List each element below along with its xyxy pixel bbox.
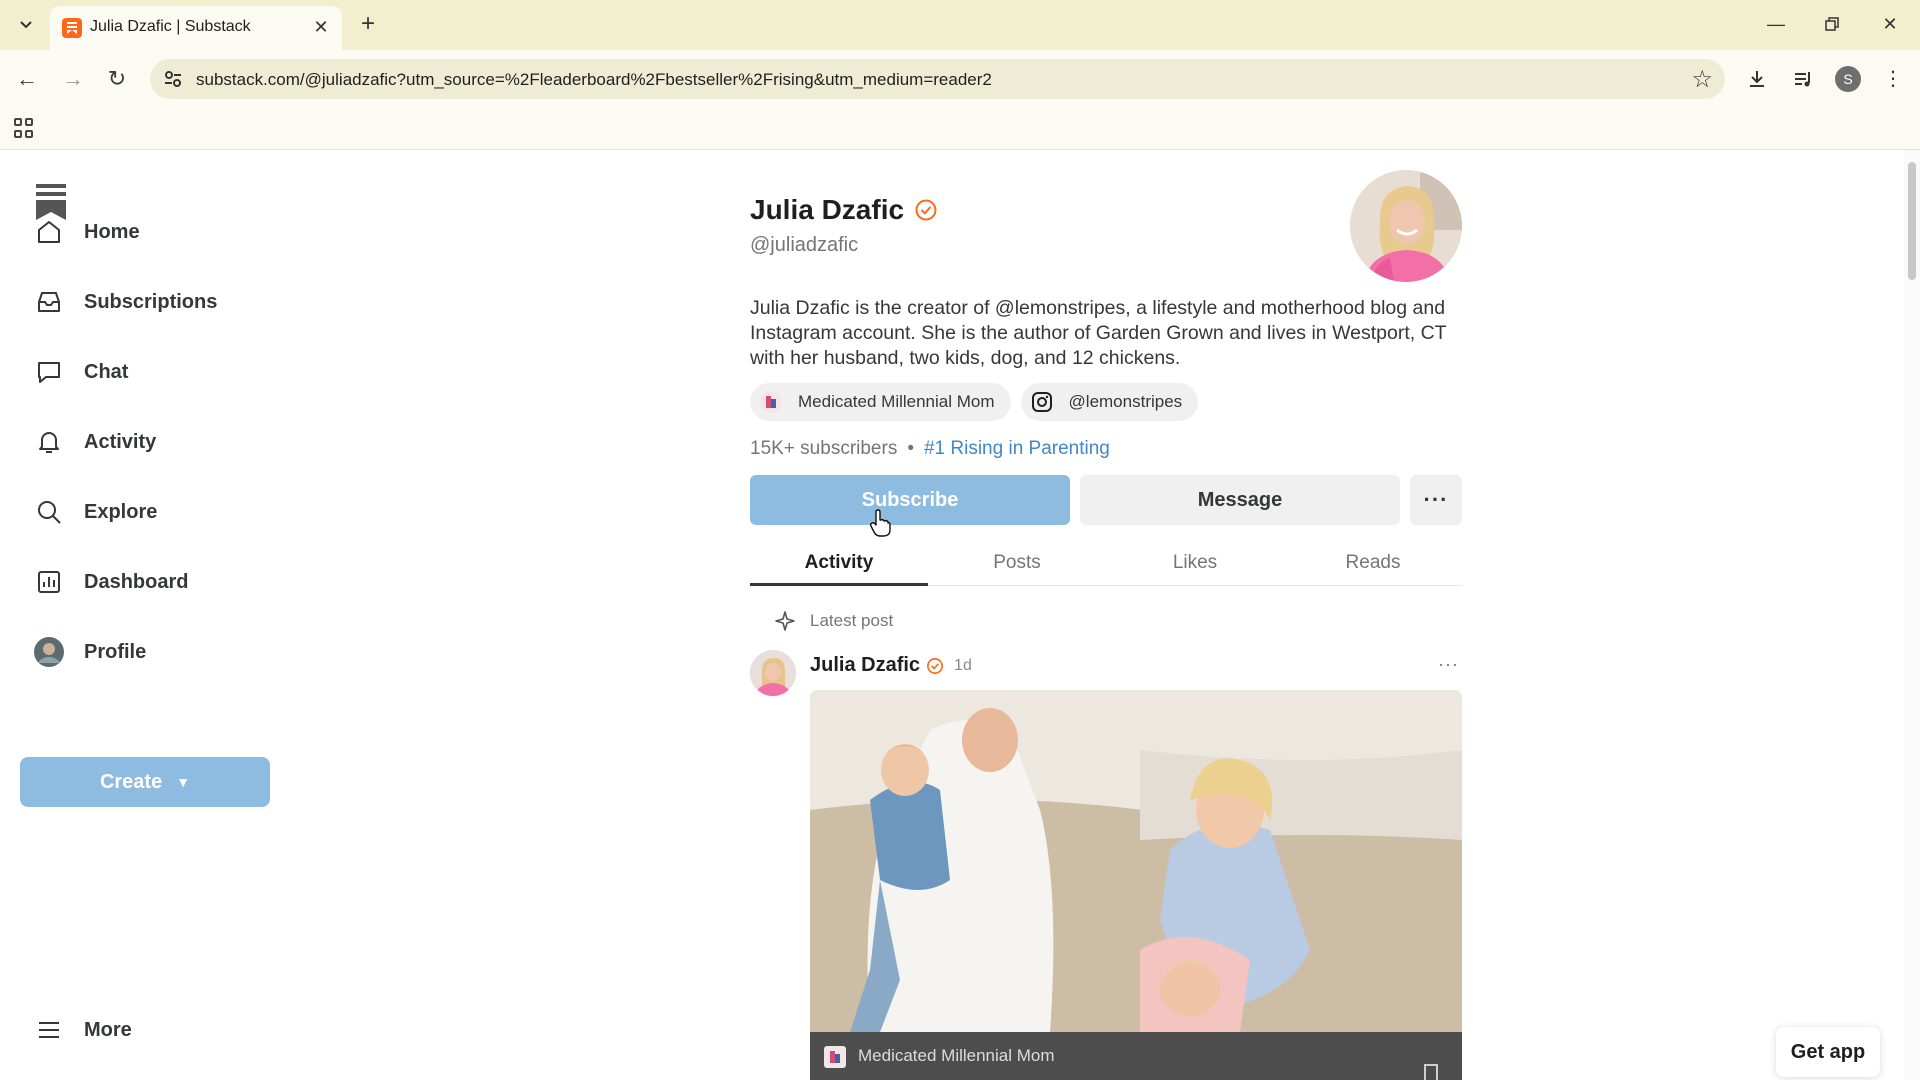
- instagram-icon: [1031, 392, 1052, 412]
- media-control-icon[interactable]: [1788, 64, 1818, 94]
- instagram-chip[interactable]: @lemonstripes: [1020, 383, 1199, 421]
- instagram-chip-label: @lemonstripes: [1068, 392, 1183, 411]
- tab-likes[interactable]: Likes: [1106, 542, 1284, 585]
- close-tab-icon[interactable]: ✕: [310, 16, 332, 38]
- publication-chip[interactable]: Medicated Millennial Mom: [750, 383, 1011, 421]
- tab-posts[interactable]: Posts: [928, 542, 1106, 585]
- more-options-button[interactable]: ···: [1410, 475, 1462, 525]
- restore-icon[interactable]: [1812, 8, 1852, 40]
- create-label: Create: [99, 770, 163, 793]
- post-header: Julia Dzafic 1d: [810, 654, 972, 677]
- sidebar-item-label: More: [84, 1018, 132, 1041]
- site-info-icon[interactable]: [162, 68, 184, 90]
- post-author-avatar[interactable]: [750, 650, 796, 696]
- hand-cursor-icon: [869, 509, 891, 537]
- apps-grid-icon[interactable]: [14, 118, 34, 138]
- browser-menu-icon[interactable]: ⋮: [1878, 64, 1908, 94]
- browser-tab-active[interactable]: Julia Dzafic | Substack ✕: [50, 6, 342, 50]
- post-publication-bar[interactable]: Medicated Millennial Mom: [810, 1032, 1462, 1080]
- rank-link[interactable]: #1 Rising in Parenting: [924, 438, 1110, 460]
- page-scrollbar[interactable]: [1904, 150, 1920, 1080]
- reload-icon[interactable]: ↻: [102, 64, 132, 94]
- latest-post-label: Latest post: [810, 611, 894, 630]
- url-text: substack.com/@juliadzafic?utm_source=%2F…: [196, 70, 992, 89]
- publication-chip-label: Medicated Millennial Mom: [798, 392, 995, 411]
- sidebar-item-label: Profile: [84, 640, 147, 663]
- search-icon: [34, 497, 64, 527]
- sidebar-item-dashboard[interactable]: Dashboard: [34, 560, 188, 604]
- caret-down-icon: ▼: [176, 774, 191, 790]
- browser-toolbar: ← → ↻ substack.com/@juliadzafic?utm_sour…: [0, 50, 1920, 108]
- profile-stats: 15K+ subscribers • #1 Rising in Parentin…: [750, 438, 1110, 460]
- bookmark-icon[interactable]: [1424, 1064, 1438, 1080]
- sidebar-item-chat[interactable]: Chat: [34, 350, 128, 394]
- get-app-button[interactable]: Get app: [1776, 1027, 1880, 1077]
- inbox-icon: [34, 287, 64, 317]
- bookmark-star-icon[interactable]: ☆: [1691, 65, 1713, 94]
- sidebar-item-label: Activity: [84, 430, 157, 453]
- post-cover-image[interactable]: [810, 690, 1462, 1032]
- sidebar-item-label: Dashboard: [84, 570, 189, 593]
- latest-post-header: Latest post: [774, 610, 893, 632]
- tab-title: Julia Dzafic | Substack: [90, 18, 251, 35]
- chart-icon: [34, 567, 64, 597]
- sidebar-item-home[interactable]: Home: [34, 210, 140, 254]
- sidebar-item-explore[interactable]: Explore: [34, 490, 157, 534]
- profile-name-row: Julia Dzafic: [750, 194, 938, 226]
- verified-badge-icon: [915, 199, 937, 221]
- avatar: [34, 637, 64, 667]
- back-icon[interactable]: ←: [12, 64, 42, 94]
- browser-tabstrip: Julia Dzafic | Substack ✕ + — ✕: [0, 0, 1920, 50]
- sidebar-item-profile[interactable]: Profile: [34, 630, 146, 674]
- home-icon: [34, 217, 64, 247]
- minimize-icon[interactable]: —: [1756, 8, 1796, 40]
- subscribe-button[interactable]: Subscribe: [750, 475, 1070, 525]
- profile-handle: @juliadzafic: [750, 234, 859, 256]
- new-tab-icon[interactable]: +: [354, 10, 382, 38]
- profile-name: Julia Dzafic: [750, 194, 905, 225]
- tab-activity[interactable]: Activity: [750, 542, 928, 586]
- verified-badge-icon: [927, 657, 943, 674]
- sidebar-item-label: Home: [84, 220, 140, 243]
- forward-icon[interactable]: →: [58, 64, 88, 94]
- hamburger-menu-icon: [34, 1015, 64, 1045]
- tab-search-chevron-icon[interactable]: [12, 11, 40, 39]
- browser-profile-avatar[interactable]: S: [1835, 66, 1861, 92]
- profile-links: Medicated Millennial Mom @lemonstripes: [750, 383, 1208, 421]
- bell-icon: [34, 427, 64, 457]
- profile-content: Julia Dzafic @juliadzafic Julia Dzafic i…: [750, 150, 1462, 1080]
- substack-page: Home Subscriptions Chat Activity Explore…: [0, 150, 1920, 1080]
- post-author-name[interactable]: Julia Dzafic: [810, 654, 920, 677]
- sidebar-item-label: Chat: [84, 360, 129, 383]
- publication-icon: [760, 391, 782, 413]
- publication-name: Medicated Millennial Mom: [858, 1046, 1055, 1065]
- sidebar-item-activity[interactable]: Activity: [34, 420, 156, 464]
- profile-avatar[interactable]: [1350, 170, 1462, 282]
- message-button[interactable]: Message: [1080, 475, 1400, 525]
- post-timestamp: 1d: [954, 656, 972, 674]
- profile-bio: Julia Dzafic is the creator of @lemonstr…: [750, 297, 1447, 369]
- sidebar-item-more[interactable]: More: [34, 1008, 132, 1052]
- sidebar-item-subscriptions[interactable]: Subscriptions: [34, 280, 217, 324]
- stats-separator: •: [907, 438, 914, 459]
- tab-reads[interactable]: Reads: [1284, 542, 1462, 585]
- sidebar-item-label: Subscriptions: [84, 290, 218, 313]
- scrollbar-thumb[interactable]: [1908, 162, 1916, 280]
- bookmarks-bar: [0, 108, 1920, 150]
- profile-tabs: Activity Posts Likes Reads: [750, 542, 1462, 586]
- sparkle-icon: [775, 611, 795, 631]
- download-icon[interactable]: [1742, 64, 1772, 94]
- publication-icon: [824, 1046, 846, 1068]
- create-button[interactable]: Create ▼: [20, 757, 270, 807]
- address-bar[interactable]: substack.com/@juliadzafic?utm_source=%2F…: [150, 59, 1725, 99]
- post-more-icon[interactable]: ···: [1438, 654, 1459, 675]
- subscriber-count[interactable]: 15K+ subscribers: [750, 438, 897, 460]
- profile-actions: Subscribe Message ···: [750, 475, 1462, 525]
- close-window-icon[interactable]: ✕: [1870, 8, 1910, 40]
- chat-icon: [34, 357, 64, 387]
- substack-favicon-icon: [62, 18, 82, 38]
- sidebar-item-label: Explore: [84, 500, 158, 523]
